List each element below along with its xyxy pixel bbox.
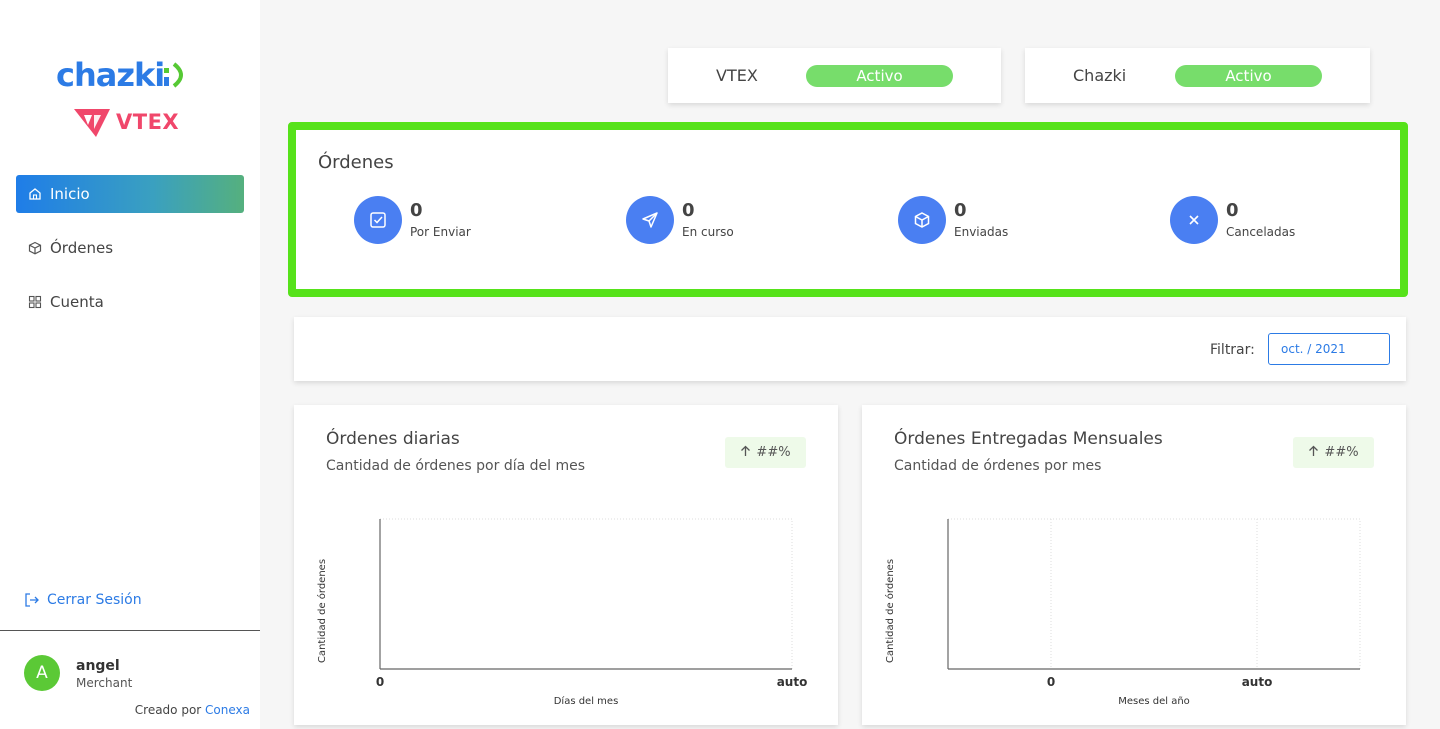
plot-area xyxy=(947,518,1361,670)
sidebar-item-inicio[interactable]: Inicio xyxy=(16,175,244,213)
stat-value: 0 xyxy=(1226,200,1239,221)
box-icon xyxy=(28,241,42,255)
x-tick-label: auto xyxy=(1242,675,1273,689)
sidebar-divider xyxy=(0,630,260,631)
stat-por-enviar[interactable]: 0 Por Enviar xyxy=(354,196,471,244)
vtex-logo: VTEX xyxy=(72,104,182,140)
stat-value: 0 xyxy=(682,200,695,221)
user-role: Merchant xyxy=(76,676,133,690)
sidebar-item-label: Inicio xyxy=(50,185,90,203)
check-square-icon xyxy=(354,196,402,244)
chart-daily-plot: 0 auto Días del mes Cantidad de órdenes xyxy=(316,518,808,707)
status-card-vtex: VTEX Activo xyxy=(668,48,1001,103)
filter-label: Filtrar: xyxy=(1210,342,1255,358)
stat-canceladas[interactable]: 0 Canceladas xyxy=(1170,196,1295,244)
sidebar-item-cuenta[interactable]: Cuenta xyxy=(16,283,244,321)
stat-enviadas[interactable]: 0 Enviadas xyxy=(898,196,1008,244)
sidebar-item-label: Órdenes xyxy=(50,239,114,257)
credits-prefix: Creado por xyxy=(134,703,202,717)
sidebar-nav: Inicio Órdenes Cuenta xyxy=(16,175,244,337)
logout-label: Cerrar Sesión xyxy=(47,592,142,608)
x-tick-label: auto xyxy=(777,675,808,689)
filter-bar: Filtrar: xyxy=(294,317,1406,381)
status-badge: Activo xyxy=(806,65,953,87)
home-icon xyxy=(28,187,42,201)
close-icon xyxy=(1170,196,1218,244)
user-name: angel xyxy=(76,658,120,674)
plot-area xyxy=(379,518,793,670)
send-icon xyxy=(626,196,674,244)
sidebar: chazki VTEX Inicio Órdenes Cuenta Cerrar… xyxy=(0,0,260,729)
logout-icon xyxy=(24,592,40,608)
sidebar-item-label: Cuenta xyxy=(50,293,104,311)
stat-label: En curso xyxy=(682,225,734,239)
status-name: Chazki xyxy=(1073,66,1127,85)
stat-en-curso[interactable]: 0 En curso xyxy=(626,196,734,244)
credits: Creado por Conexa xyxy=(135,703,250,717)
avatar[interactable]: A xyxy=(24,655,60,691)
vtex-logo-text: VTEX xyxy=(116,110,180,134)
chart-monthly-plot: 0 auto Meses del año Cantidad de órdenes xyxy=(884,518,1361,707)
status-card-chazki: Chazki Activo xyxy=(1025,48,1370,103)
orders-summary: Órdenes 0 Por Enviar 0 En curso 0 Enviad… xyxy=(288,122,1408,297)
month-filter-input[interactable] xyxy=(1268,333,1390,365)
stat-label: Por Enviar xyxy=(410,225,471,239)
stat-value: 0 xyxy=(954,200,967,221)
credits-link[interactable]: Conexa xyxy=(205,703,250,717)
status-badge: Activo xyxy=(1175,65,1322,87)
stat-label: Enviadas xyxy=(954,225,1009,239)
logout-button[interactable]: Cerrar Sesión xyxy=(24,592,142,608)
stat-label: Canceladas xyxy=(1226,225,1296,239)
chart-card-monthly: Órdenes Entregadas Mensuales Cantidad de… xyxy=(862,405,1406,725)
chart-card-daily: Órdenes diarias Cantidad de órdenes por … xyxy=(294,405,838,725)
grid-icon xyxy=(28,295,42,309)
svg-text:chazki: chazki xyxy=(56,56,164,94)
package-icon xyxy=(898,196,946,244)
y-axis-label: Cantidad de órdenes xyxy=(316,559,328,663)
x-axis-label: Meses del año xyxy=(1118,696,1190,707)
summary-title: Órdenes xyxy=(318,152,394,173)
sidebar-item-ordenes[interactable]: Órdenes xyxy=(16,229,244,267)
y-axis-label: Cantidad de órdenes xyxy=(884,559,896,663)
chazki-logo: chazki xyxy=(56,56,192,94)
x-axis-label: Días del mes xyxy=(554,695,619,707)
stat-value: 0 xyxy=(410,200,423,221)
status-name: VTEX xyxy=(716,66,758,85)
x-tick-label: 0 xyxy=(1047,675,1055,689)
x-tick-label: 0 xyxy=(376,675,384,689)
